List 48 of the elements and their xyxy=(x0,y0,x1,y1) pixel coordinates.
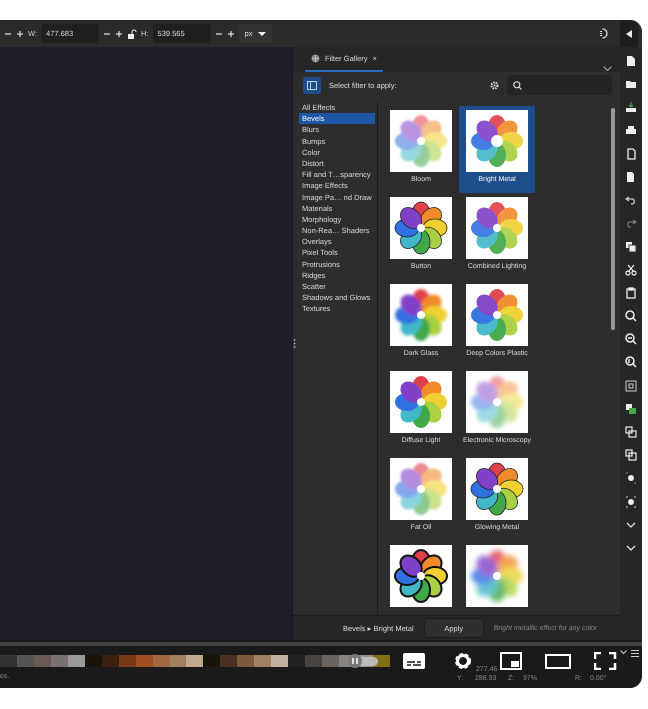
lower-layer-icon[interactable] xyxy=(625,449,637,462)
zoom-icon[interactable] xyxy=(625,310,637,322)
flower-thumbnail xyxy=(466,458,528,520)
redo-icon[interactable] xyxy=(625,217,637,230)
flower-thumbnail xyxy=(390,284,452,346)
new-document-icon[interactable] xyxy=(625,55,637,67)
flower-thumbnail xyxy=(390,110,452,172)
flower-thumbnail xyxy=(466,371,528,433)
layer-icon[interactable] xyxy=(625,402,637,415)
panel-icon xyxy=(307,80,317,90)
snap-icon[interactable] xyxy=(597,28,608,39)
plus-icon[interactable] xyxy=(16,30,24,38)
frame-icon[interactable] xyxy=(625,380,637,392)
collapse-arrow-icon[interactable] xyxy=(626,30,632,38)
flower-thumbnail xyxy=(466,284,528,346)
clipboard-icon[interactable] xyxy=(625,286,637,299)
search-field[interactable] xyxy=(507,75,612,95)
flower-thumbnail xyxy=(390,458,452,520)
duplicate-icon[interactable] xyxy=(625,240,637,252)
scissors-icon[interactable] xyxy=(625,264,637,276)
undo-icon[interactable] xyxy=(625,194,637,206)
drag-handle-icon[interactable] xyxy=(293,339,296,348)
menu-icon[interactable] xyxy=(631,650,639,657)
search-icon xyxy=(513,80,522,90)
flower-thumbnail xyxy=(466,110,528,172)
flower-thumbnail xyxy=(466,197,528,259)
scrollbar-thumb[interactable] xyxy=(611,108,615,330)
raise-layer-icon[interactable] xyxy=(625,426,637,438)
folder-icon[interactable] xyxy=(625,78,637,90)
plus-icon[interactable] xyxy=(115,30,124,38)
globe-icon xyxy=(311,54,320,63)
sidebar-toggle-button[interactable] xyxy=(303,76,321,94)
flower-thumbnail xyxy=(390,545,452,607)
flower-thumbnail xyxy=(390,371,452,433)
flower-thumbnail xyxy=(390,197,452,259)
transform-icon[interactable] xyxy=(625,496,637,508)
theater-mode-icon[interactable] xyxy=(545,652,571,670)
caret-icon xyxy=(258,30,266,36)
flower-thumbnail xyxy=(466,545,528,607)
download-tray-icon[interactable] xyxy=(625,101,637,114)
settings-icon[interactable] xyxy=(490,80,499,90)
unlock-icon[interactable] xyxy=(127,28,138,38)
node-icon[interactable] xyxy=(625,472,637,484)
autoplay-toggle-icon[interactable] xyxy=(348,654,378,668)
chevron-down-icon[interactable] xyxy=(620,650,627,655)
chevron-down-icon[interactable] xyxy=(603,66,612,72)
printer-icon[interactable] xyxy=(625,124,637,137)
plus-icon[interactable] xyxy=(226,30,235,38)
